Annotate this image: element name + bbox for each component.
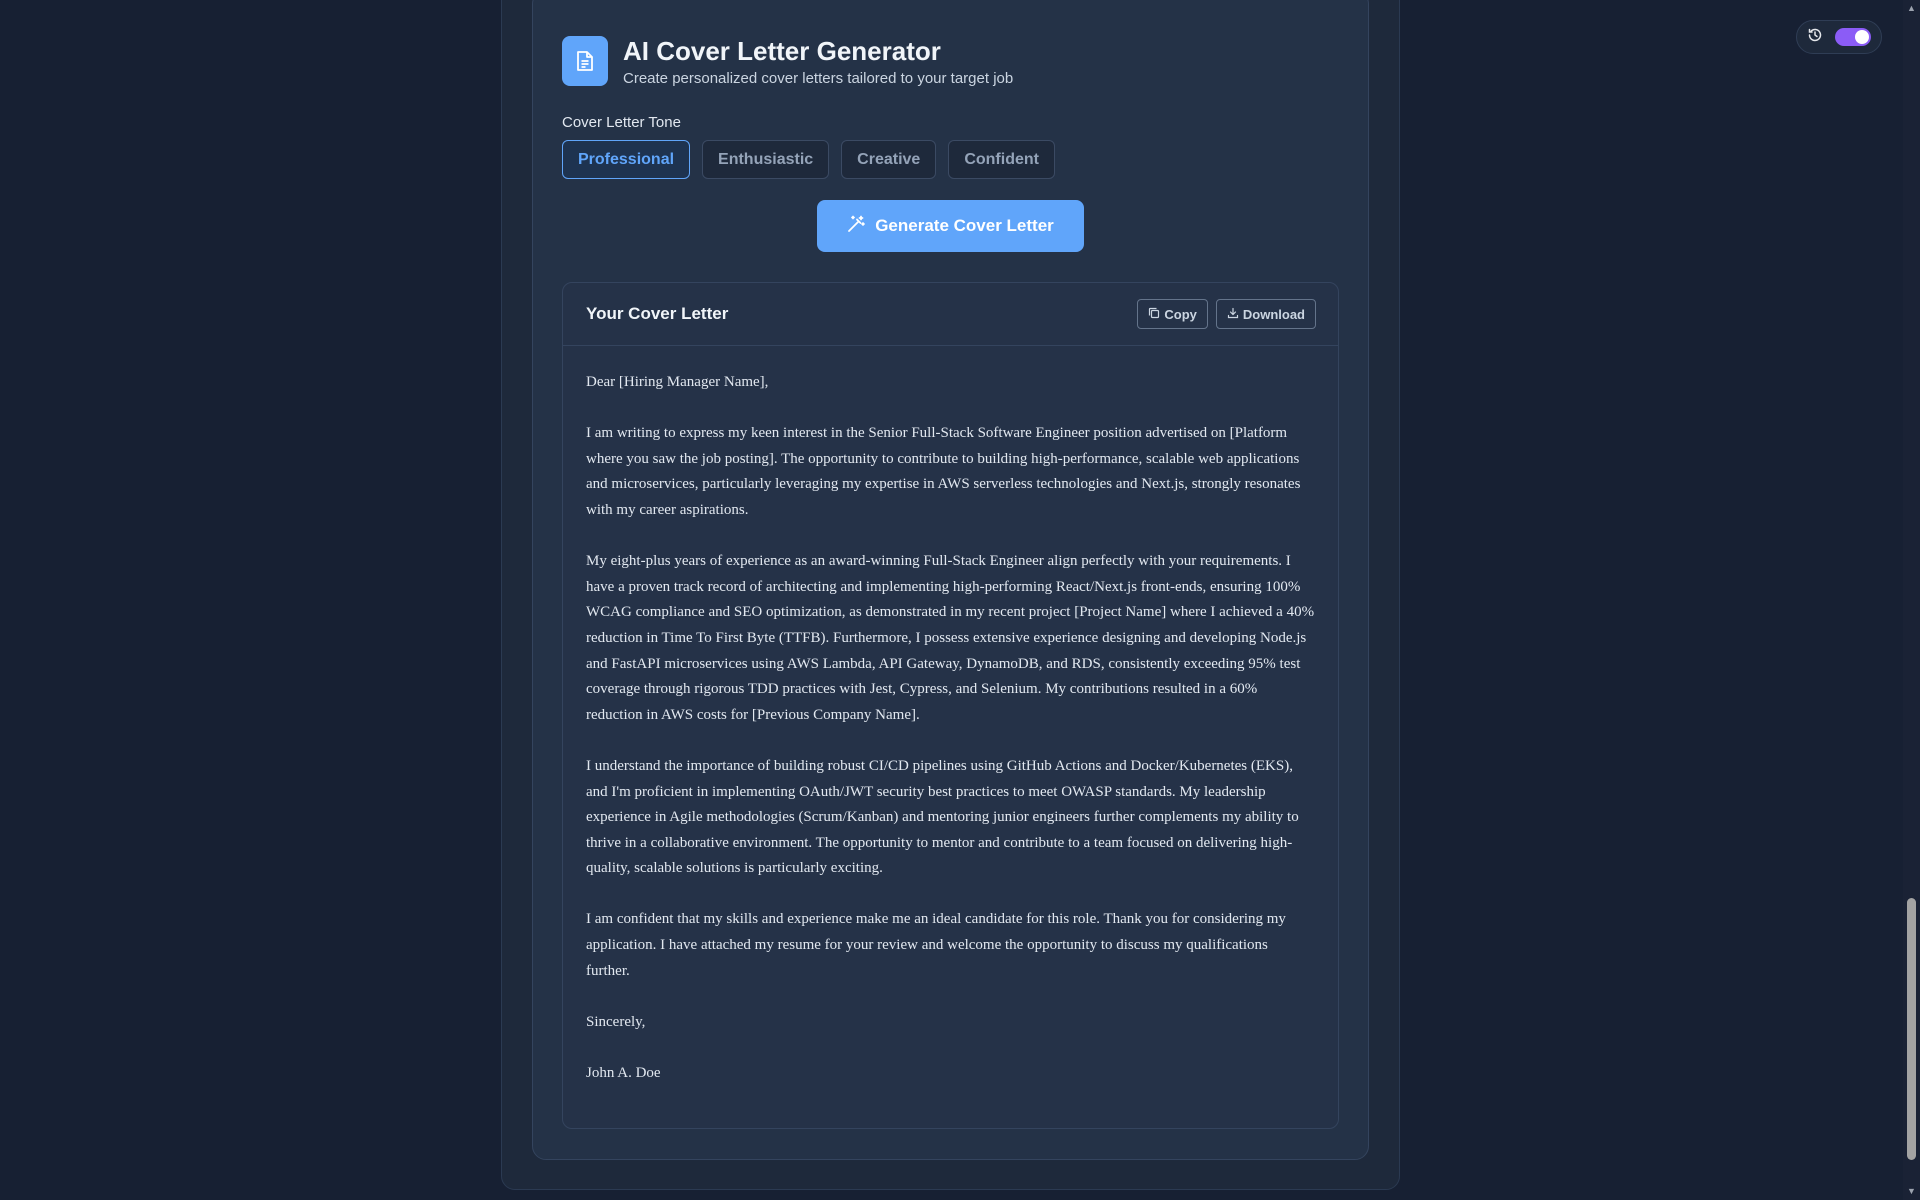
output-title: Your Cover Letter: [586, 304, 729, 323]
theme-toggle-container: [1796, 20, 1882, 54]
letter-closing: Sincerely,: [586, 1013, 646, 1030]
scroll-down-arrow-icon[interactable]: ▼: [1903, 1183, 1920, 1200]
page-subtitle: Create personalized cover letters tailor…: [623, 70, 1014, 87]
tone-label: Cover Letter Tone: [562, 114, 681, 131]
tone-selector: Professional Enthusiastic Creative Confi…: [562, 140, 1055, 179]
copy-button[interactable]: Copy: [1137, 299, 1208, 329]
copy-icon: [1148, 307, 1160, 322]
page-title: AI Cover Letter Generator: [623, 36, 941, 66]
cover-letter-text: Dear [Hiring Manager Name], I am writing…: [563, 346, 1338, 1087]
toggle-knob: [1855, 30, 1869, 44]
generate-button-label: Generate Cover Letter: [875, 216, 1054, 235]
tone-confident-button[interactable]: Confident: [948, 140, 1055, 179]
generate-cover-letter-button[interactable]: Generate Cover Letter: [817, 200, 1084, 252]
download-icon: [1227, 307, 1239, 322]
letter-signature: John A. Doe: [586, 1065, 661, 1082]
letter-paragraph: I am confident that my skills and experi…: [586, 911, 1286, 979]
letter-paragraph: I understand the importance of building …: [586, 757, 1299, 877]
output-actions: Copy Download: [1137, 299, 1316, 329]
theme-toggle[interactable]: [1835, 28, 1871, 46]
magic-wand-icon: [847, 215, 866, 238]
scroll-up-arrow-icon[interactable]: ▲: [1903, 0, 1920, 17]
letter-salutation: Dear [Hiring Manager Name],: [586, 374, 769, 390]
output-header: Your Cover Letter Copy Download: [563, 283, 1338, 346]
tone-enthusiastic-button[interactable]: Enthusiastic: [702, 140, 830, 179]
tone-professional-button[interactable]: Professional: [562, 140, 691, 179]
letter-paragraph: I am writing to express my keen interest…: [586, 425, 1301, 518]
app-header: AI Cover Letter Generator Create persona…: [562, 36, 1013, 87]
document-icon: [562, 36, 608, 86]
copy-label: Copy: [1164, 306, 1197, 322]
page-scrollbar[interactable]: ▲ ▼: [1903, 0, 1920, 1200]
scroll-thumb[interactable]: [1907, 898, 1916, 1160]
letter-paragraph: My eight-plus years of experience as an …: [586, 553, 1315, 723]
tone-creative-button[interactable]: Creative: [841, 140, 937, 179]
cover-letter-output: Your Cover Letter Copy Download Dear [Hi…: [562, 282, 1339, 1129]
download-label: Download: [1242, 306, 1305, 322]
download-button[interactable]: Download: [1215, 299, 1316, 329]
history-icon[interactable]: [1807, 27, 1823, 48]
